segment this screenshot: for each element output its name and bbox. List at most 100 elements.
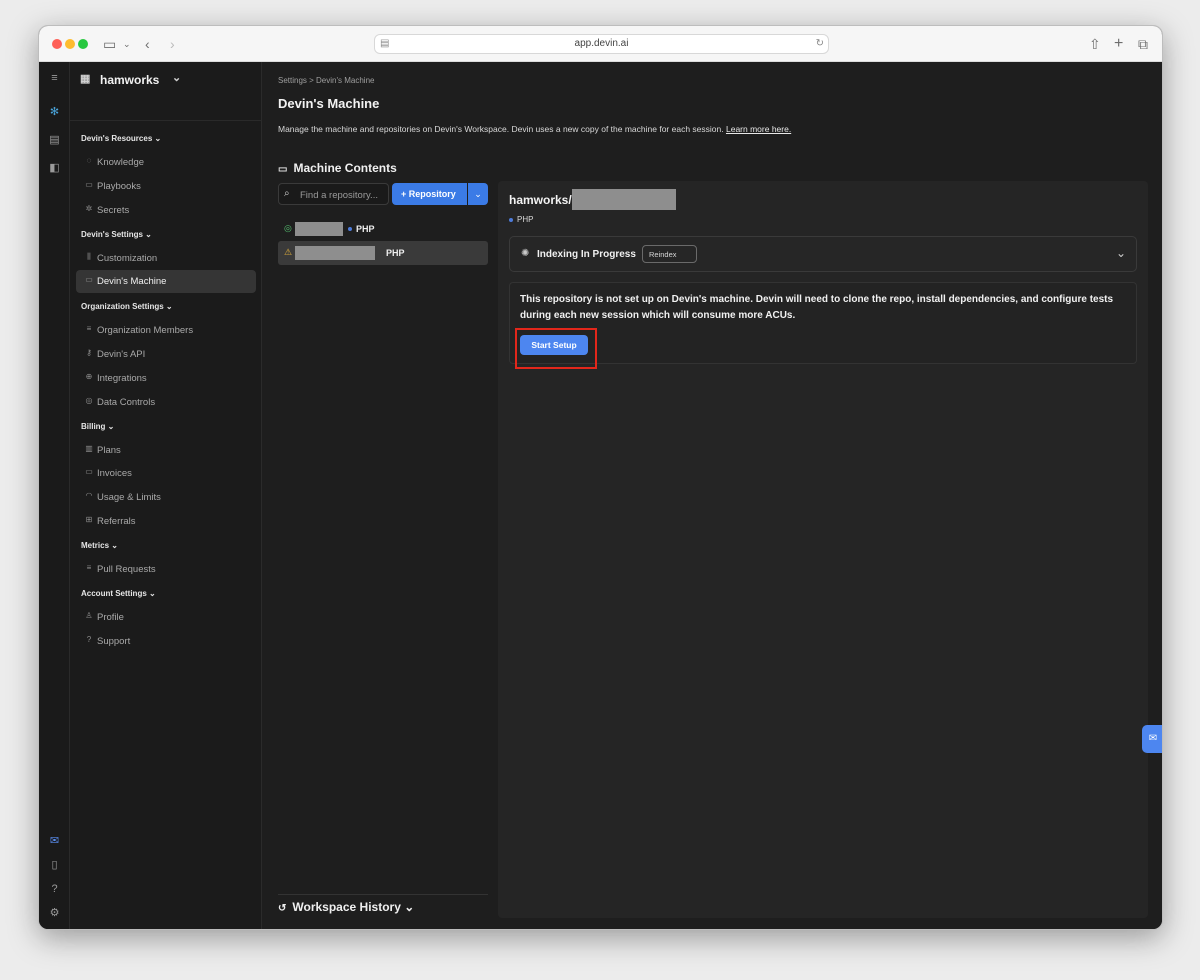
gear-icon[interactable]: ⚙ [48,907,61,920]
section-devins-resources[interactable]: Devin's Resources ⌄ [81,134,161,143]
chevron-down-icon: ⌄ [404,900,415,914]
sliders-icon: ⫼ [87,252,91,261]
add-repository-dropdown-button[interactable]: ⌄ [468,183,488,205]
description-text: Manage the machine and repositories on D… [278,124,724,134]
minimize-window-button[interactable] [65,39,75,49]
repo-language: PHP [356,224,375,234]
map-icon: ▥ [85,444,93,453]
history-icon: ↺ [278,903,287,914]
setup-message: This repository is not set up on Devin's… [520,294,1114,321]
chevron-down-icon[interactable]: ⌄ [1116,246,1126,260]
address-bar[interactable]: ▤ app.devin.ai ↻ [374,34,829,54]
repo-language: PHP [386,248,405,258]
chevron-down-icon[interactable]: ⌄ [123,35,131,53]
section-devins-settings[interactable]: Devin's Settings ⌄ [81,230,152,239]
invoice-icon: ▭ [85,467,93,476]
chevron-down-icon: ⌄ [172,72,182,84]
divider [70,120,262,121]
section-account-settings[interactable]: Account Settings ⌄ [81,589,156,598]
search-icon: ⌕ [284,188,290,199]
org-name: hamworks [100,73,160,87]
icon-rail: ≡ ✻ ▤ ◧ ✉ ▯ ? ⚙ [39,62,70,929]
workspace-history-toggle[interactable]: ↺ Workspace History ⌄ [278,900,414,914]
main-content: Settings > Devin's Machine Devin's Machi… [262,62,1162,929]
sidebar-item-devins-machine[interactable]: ▭ Devin's Machine [76,270,256,293]
redacted-repo-name [572,189,676,210]
indexing-status: Indexing In Progress [537,249,636,260]
section-billing[interactable]: Billing ⌄ [81,422,114,431]
close-window-button[interactable] [52,39,62,49]
sidebar-item-secrets[interactable]: ✲ Secrets [76,199,256,222]
sidebar-item-profile[interactable]: ♙ Profile [76,606,256,629]
settings-sidebar: ▦ hamworks ⌄ Devin's Resources ⌄ ◌ Knowle… [70,62,262,929]
tab-overview-icon[interactable]: ⧉ [1138,35,1148,53]
language-dot [509,217,513,222]
section-organization-settings[interactable]: Organization Settings ⌄ [81,302,173,311]
lightbulb-icon: ◌ [86,156,92,165]
indexing-status-card[interactable]: ✺ Indexing In Progress Reindex ⌄ [509,236,1137,272]
gift-icon[interactable]: ✉ [48,835,61,848]
repo-list-item[interactable]: ⚠ PHP [278,241,488,265]
key-icon: ⚷ [86,348,92,357]
monitor-icon: ▭ [278,164,288,175]
sidebar-item-support[interactable]: ? Support [76,630,256,653]
sidebar-toggle-icon[interactable]: ▭ [103,35,116,53]
monitor-icon: ▭ [85,275,93,284]
search-placeholder: Find a repository... [300,190,378,201]
browser-window: ▭ ⌄ ‹ › ▤ app.devin.ai ↻ ⇧ + ⧉ ≡ ✻ ▤ ◧ ✉… [38,25,1163,930]
reindex-button[interactable]: Reindex [642,245,697,263]
page-title: Devin's Machine [278,96,380,111]
start-setup-button[interactable]: Start Setup [520,335,588,355]
devin-logo-icon[interactable]: ✻ [48,106,61,119]
learn-more-link[interactable]: Learn more here. [726,124,791,134]
breadcrumb[interactable]: Settings > Devin's Machine [278,76,374,85]
share-icon[interactable]: ⇧ [1089,35,1101,53]
sidebar-item-integrations[interactable]: ⊕ Integrations [76,367,256,390]
sidebar-item-pull-requests[interactable]: ≡ Pull Requests [76,558,256,581]
help-icon[interactable]: ? [48,883,61,896]
sidebar-item-knowledge[interactable]: ◌ Knowledge [76,151,256,174]
pull-request-icon: ≡ [86,563,92,572]
playbook-icon: ▭ [85,180,93,189]
forward-icon[interactable]: › [170,35,175,53]
reload-icon[interactable]: ↻ [816,38,824,49]
repo-language-tag: PHP [509,215,533,224]
add-repository-button[interactable]: + Repository [392,183,467,205]
url-text: app.devin.ai [574,38,629,49]
sidebar-item-customization[interactable]: ⫼ Customization [76,247,256,270]
sidebar-item-playbooks[interactable]: ▭ Playbooks [76,175,256,198]
sidebar-item-organization-members[interactable]: ≡ Organization Members [76,319,256,342]
back-icon[interactable]: ‹ [145,35,150,53]
user-icon: ♙ [85,611,93,620]
repo-list-item[interactable]: ◎ PHP [278,217,488,241]
new-tab-icon[interactable]: + [1114,35,1123,53]
setup-notice: This repository is not set up on Devin's… [509,282,1137,369]
sidebar-item-devins-api[interactable]: ⚷ Devin's API [76,343,256,366]
org-switcher[interactable]: ▦ hamworks ⌄ [80,70,252,92]
gauge-icon: ◠ [85,491,93,500]
book-icon[interactable]: ▯ [48,859,61,872]
zoom-window-button[interactable] [78,39,88,49]
language-label: PHP [517,215,534,224]
language-dot [348,227,352,231]
members-icon: ≡ [86,324,92,333]
sidebar-item-invoices[interactable]: ▭ Invoices [76,462,256,485]
key-icon: ✲ [85,204,93,213]
spinner-icon: ✺ [521,248,530,259]
sidebar-item-referrals[interactable]: ⊞ Referrals [76,510,256,533]
sidebar-item-data-controls[interactable]: ◎ Data Controls [76,391,256,414]
page-description: Manage the machine and repositories on D… [278,124,791,134]
section-metrics[interactable]: Metrics ⌄ [81,541,118,550]
repository-search-input[interactable]: ⌕ Find a repository... [278,183,389,205]
machine-contents-header: ▭ Machine Contents [278,161,397,175]
document-icon[interactable]: ▤ [48,134,61,147]
repo-full-name: hamworks/ [509,193,572,207]
check-circle-icon: ◎ [284,223,292,233]
database-icon: ◎ [85,396,93,405]
divider [278,894,488,895]
wiki-icon[interactable]: ◧ [48,162,61,175]
menu-icon[interactable]: ≡ [48,72,61,85]
sidebar-item-usage-limits[interactable]: ◠ Usage & Limits [76,486,256,509]
chat-feedback-icon[interactable]: ✉ [1142,725,1162,753]
sidebar-item-plans[interactable]: ▥ Plans [76,439,256,462]
